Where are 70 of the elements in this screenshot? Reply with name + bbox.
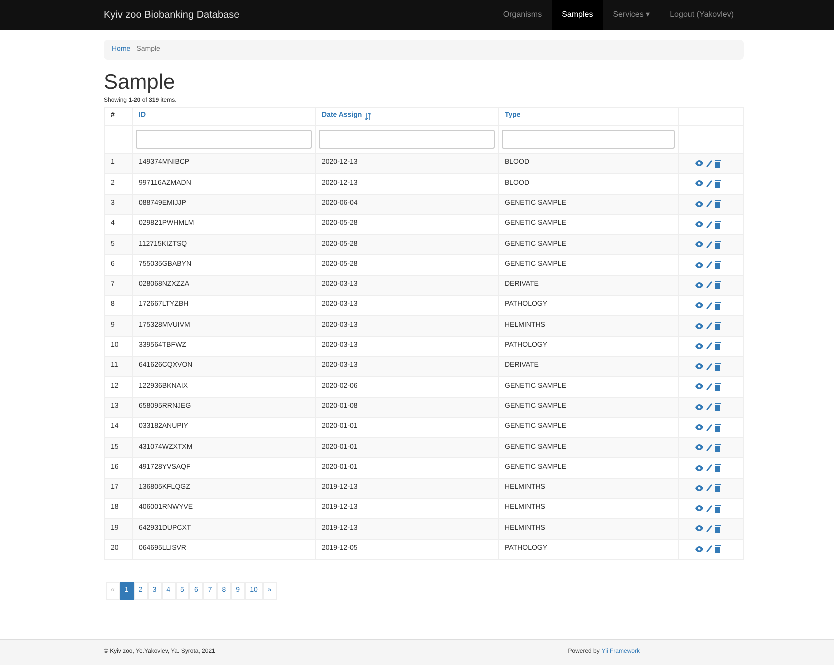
trash-icon[interactable] [715,524,721,533]
pencil-icon[interactable] [706,180,713,188]
pencil-icon[interactable] [706,504,713,513]
trash-icon[interactable] [715,444,721,452]
pencil-icon[interactable] [706,444,713,452]
filter-field[interactable] [136,130,312,149]
trash-icon[interactable] [715,160,721,168]
trash-icon[interactable] [715,240,721,249]
eye-icon[interactable] [695,221,704,228]
eye-icon[interactable] [695,200,704,208]
eye-icon[interactable] [695,302,704,310]
eye-icon[interactable] [695,180,704,188]
pencil-icon[interactable] [706,322,713,330]
trash-icon[interactable] [715,342,721,350]
pencil-icon[interactable] [706,362,713,371]
pencil-icon[interactable] [706,382,713,391]
page-title: Sample [104,72,176,93]
eye-icon[interactable] [695,241,704,248]
pencil-icon[interactable] [706,484,713,492]
trash-icon[interactable] [715,220,721,229]
pencil-icon[interactable] [706,281,713,290]
pencil-icon[interactable] [706,545,713,554]
trash-icon[interactable] [715,302,721,310]
eye-icon[interactable] [695,525,704,532]
pencil-icon[interactable] [706,160,713,168]
eye-icon[interactable] [695,282,704,289]
trash-icon[interactable] [715,382,721,391]
trash-icon[interactable] [715,424,721,432]
pencil-icon[interactable] [706,200,713,208]
nav-link[interactable]: Samples [552,0,604,30]
pencil-icon[interactable] [706,524,713,533]
eye-icon[interactable] [695,160,704,168]
trash-icon[interactable] [715,281,721,290]
filter-field[interactable] [502,130,675,149]
eye-icon[interactable] [695,383,704,390]
trash-icon[interactable] [715,464,721,472]
eye-icon[interactable] [695,262,704,269]
trash-icon[interactable] [715,545,721,554]
eye-icon[interactable] [695,424,704,431]
pencil-icon[interactable] [706,240,713,249]
trash-icon[interactable] [715,403,721,412]
eye-icon[interactable] [695,444,704,452]
trash-icon[interactable] [715,200,721,208]
pencil-icon[interactable] [706,403,713,412]
eye-icon[interactable] [695,322,704,330]
pencil-icon[interactable] [706,424,713,432]
eye-icon[interactable] [695,404,704,411]
eye-icon[interactable] [695,363,704,370]
filter-field[interactable] [319,130,495,149]
pencil-icon[interactable] [706,220,713,229]
nav-link[interactable]: Logout (Yakovlev) [660,0,744,30]
eye-icon[interactable] [695,464,704,472]
eye-icon[interactable] [695,484,704,492]
trash-icon[interactable] [715,180,721,188]
trash-icon[interactable] [715,261,721,270]
eye-icon[interactable] [695,546,704,553]
brand-link[interactable]: Kyiv zoo Biobanking Database [104,8,240,22]
nav-link[interactable]: Organisms [493,0,552,30]
trash-icon[interactable] [715,504,721,513]
nav-link[interactable]: Services ▾ [603,0,660,30]
trash-icon[interactable] [715,484,721,492]
pencil-icon[interactable] [706,342,713,350]
trash-icon[interactable] [715,362,721,371]
trash-icon[interactable] [715,322,721,330]
pencil-icon[interactable] [706,261,713,270]
sort-icon [365,113,372,120]
eye-icon[interactable] [695,505,704,512]
eye-icon[interactable] [695,342,704,350]
pencil-icon[interactable] [706,302,713,310]
pencil-icon[interactable] [706,464,713,472]
